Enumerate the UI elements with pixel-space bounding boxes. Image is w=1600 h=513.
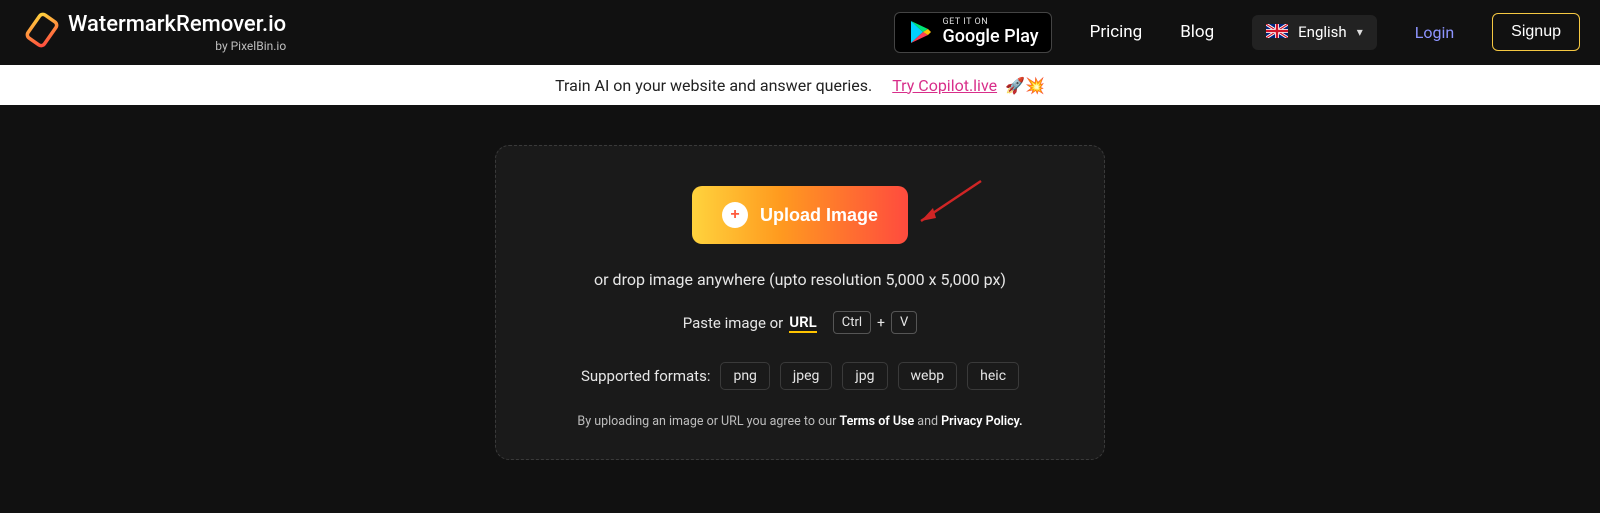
uk-flag-icon [1266,23,1288,42]
main: + Upload Image or drop image anywhere (u… [0,105,1600,460]
google-play-button[interactable]: GET IT ON Google Play [894,12,1052,52]
format-chip: heic [967,362,1019,390]
nav: GET IT ON Google Play Pricing Blog Engli… [894,12,1580,52]
logo-subtitle: by PixelBin.io [68,39,286,53]
promo-bar: Train AI on your website and answer quer… [0,65,1600,105]
signup-button[interactable]: Signup [1492,13,1580,51]
nav-blog[interactable]: Blog [1180,22,1214,42]
paste-prefix: Paste image or [683,314,784,332]
disclaimer-prefix: By uploading an image or URL you agree t… [577,414,839,429]
google-play-big: Google Play [943,28,1039,47]
promo-link[interactable]: Try Copilot.live [892,76,997,95]
format-chip: webp [898,362,958,390]
url-link[interactable]: URL [789,313,817,333]
privacy-link[interactable]: Privacy Policy. [941,414,1022,429]
disclaimer: By uploading an image or URL you agree t… [526,414,1074,429]
language-label: English [1298,23,1347,41]
logo[interactable]: WatermarkRemover.io by PixelBin.io [20,12,286,53]
promo-emojis: 🚀💥 [1005,76,1045,95]
format-chip: jpg [842,362,887,390]
header: WatermarkRemover.io by PixelBin.io GET I… [0,0,1600,65]
plus-icon: + [722,202,748,228]
kbd-ctrl: Ctrl [833,311,871,334]
login-link[interactable]: Login [1415,23,1454,42]
nav-pricing[interactable]: Pricing [1090,22,1143,42]
chevron-down-icon: ▾ [1357,25,1363,39]
drop-hint: or drop image anywhere (upto resolution … [526,270,1074,289]
logo-title: WatermarkRemover.io [68,12,286,38]
format-chip: jpeg [780,362,833,390]
kbd-v: V [891,311,917,334]
disclaimer-mid: and [914,414,941,429]
language-selector[interactable]: English ▾ [1252,15,1377,50]
kbd-plus: + [877,315,885,331]
formats-label: Supported formats: [581,367,711,385]
annotation-arrow-icon [911,176,991,240]
upload-label: Upload Image [760,205,878,226]
promo-text: Train AI on your website and answer quer… [555,76,872,95]
format-chip: png [720,362,769,390]
eraser-icon [20,12,60,52]
paste-row: Paste image or URL Ctrl + V [526,311,1074,334]
upload-image-button[interactable]: + Upload Image [692,186,908,244]
google-play-icon [907,18,935,46]
upload-panel: + Upload Image or drop image anywhere (u… [495,145,1105,460]
terms-link[interactable]: Terms of Use [839,414,914,429]
formats-row: Supported formats: png jpeg jpg webp hei… [526,362,1074,390]
